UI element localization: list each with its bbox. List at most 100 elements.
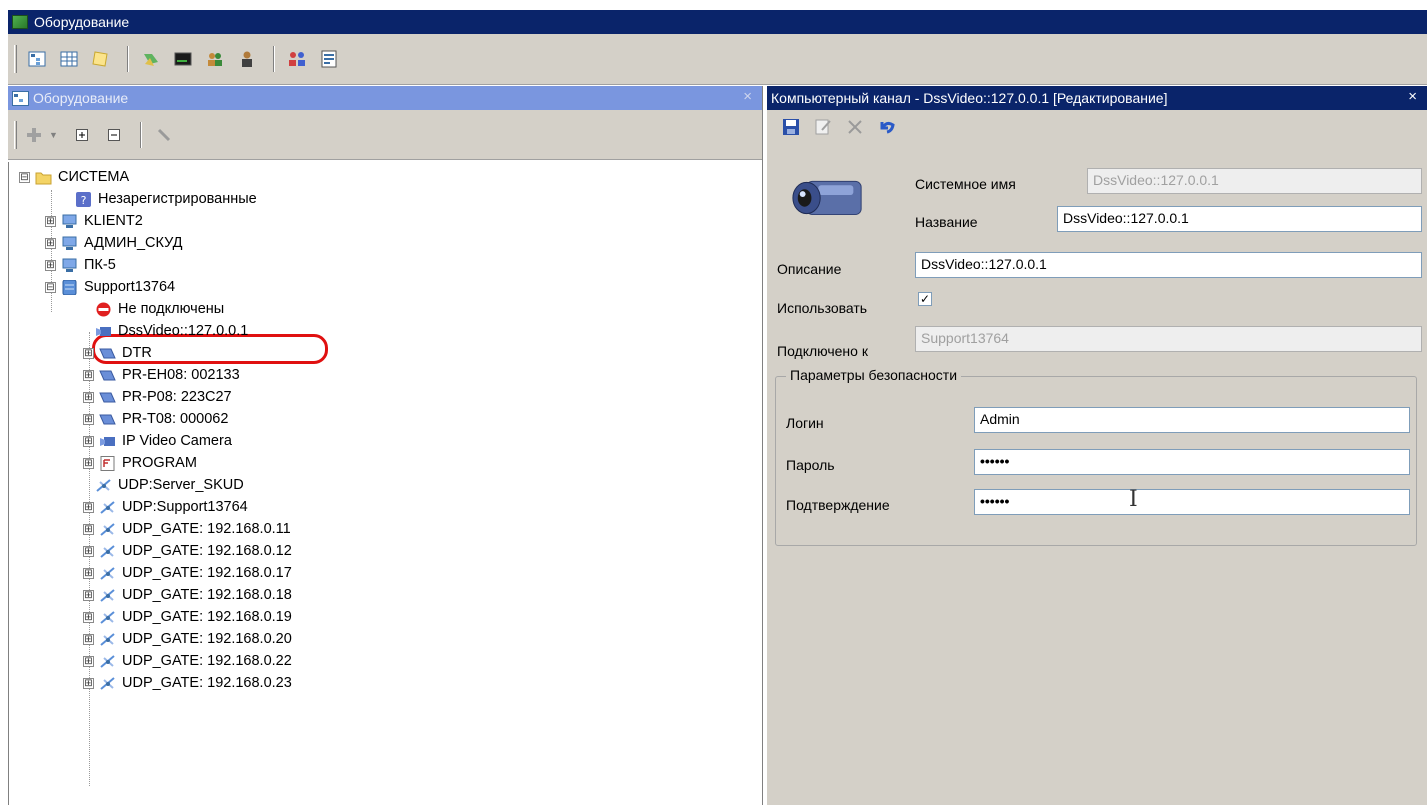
tree-node-udp-support13764[interactable]: ⊞ UDP:Support13764 [83,496,248,518]
login-label: Логин [786,415,824,431]
groups-button[interactable] [283,45,311,73]
no-entry-icon [96,302,111,316]
expand-icon[interactable]: ⊞ [83,523,94,535]
tree-view-button[interactable] [23,45,51,73]
tree-node-program[interactable]: ⊞ PROGRAM [83,452,197,474]
expand-icon[interactable]: ⊞ [83,567,94,579]
users-button[interactable] [201,45,229,73]
dropdown-arrow-icon[interactable]: ▼ [49,130,58,140]
tree-node-udp-gate-22[interactable]: ⊞ UDP_GATE: 192.168.0.22 [83,650,292,672]
device-icon [99,370,116,380]
device-icon [99,414,116,424]
expand-icon[interactable]: ⊞ [83,413,94,425]
monitor-icon [144,54,158,66]
password-field[interactable]: •••••• [974,449,1410,475]
expand-icon[interactable]: ⊞ [45,237,56,249]
tree-node-not-connected[interactable]: Не подключены [95,298,224,320]
expand-icon[interactable]: ⊞ [83,677,94,689]
delete-button[interactable] [841,113,869,141]
expand-icon[interactable]: ⊞ [83,545,94,557]
expand-all-button[interactable] [68,121,96,149]
tree-node-udp-gate-12[interactable]: ⊞ UDP_GATE: 192.168.0.12 [83,540,292,562]
confirm-field[interactable]: •••••• [974,489,1410,515]
wrench-icon [157,128,170,141]
expand-icon[interactable]: ⊞ [83,633,94,645]
tree-node-udp-gate-20[interactable]: ⊞ UDP_GATE: 192.168.0.20 [83,628,292,650]
svg-text:?: ? [81,194,87,207]
properties-button[interactable] [150,121,178,149]
tree-node-udp-server-skud[interactable]: UDP:Server_SKUD [95,474,244,496]
video-button[interactable] [169,45,197,73]
tree-node-pr-p08[interactable]: ⊞ PR-P08: 223C27 [83,386,232,408]
program-icon [100,455,115,471]
collapse-icon[interactable]: ⊟ [19,171,30,183]
main-toolbar [8,34,1427,85]
close-icon[interactable]: × [1408,88,1417,105]
expand-icon[interactable]: ⊞ [83,501,94,513]
computer-icon [62,258,77,272]
users-icon [208,53,222,66]
report-icon [321,50,337,68]
expand-icon[interactable]: ⊞ [83,655,94,667]
tree-node-support13764[interactable]: ⊟ Support13764 [45,276,175,298]
folder-icon [35,172,52,184]
expand-icon[interactable]: ⊞ [83,435,94,447]
camera-dark-icon [174,52,192,66]
use-checkbox[interactable]: ✓ [918,292,932,306]
tree-node-udp-gate-23[interactable]: ⊞ UDP_GATE: 192.168.0.23 [83,672,292,694]
tree-icon [28,51,46,67]
tree-node-pr-eh08[interactable]: ⊞ PR-EH08: 002133 [83,364,240,386]
edit-button[interactable] [809,113,837,141]
toolbar-separator [127,46,129,72]
main-window-title: Оборудование [34,14,130,30]
collapse-icon[interactable]: ⊟ [45,281,56,293]
use-label: Использовать [777,300,868,316]
tree-node-udp-gate-11[interactable]: ⊞ UDP_GATE: 192.168.0.11 [83,518,291,540]
description-label: Описание [777,261,842,277]
tree-node-pr-t08[interactable]: ⊞ PR-T08: 000062 [83,408,228,430]
equipment-tree-panel: Оборудование × ▼ ⊟ СИСТЕМА ? Незарегистр… [8,86,763,805]
tree-node-unregistered[interactable]: ? Незарегистрированные [59,188,257,210]
undo-button[interactable] [873,113,901,141]
video-camera-icon [100,436,115,446]
tree-node-dssvideo[interactable]: DssVideo::127.0.0.1 [95,320,248,342]
tree-node-admin-skud[interactable]: ⊞ АДМИН_СКУД [45,232,182,254]
expand-icon[interactable]: ⊞ [83,589,94,601]
add-button[interactable] [23,121,45,149]
notes-button[interactable] [87,45,115,73]
expand-icon[interactable]: ⊞ [83,347,94,359]
security-group: Параметры безопасности Логин Admin Парол… [775,367,1417,546]
tree-node-pk5[interactable]: ⊞ ПК-5 [45,254,116,276]
tree-panel-header: Оборудование × [8,86,762,110]
device-icon [99,392,116,402]
tree-node-ip-video-camera[interactable]: ⊞ IP Video Camera [83,430,232,452]
expand-icon[interactable]: ⊞ [45,259,56,271]
expand-icon[interactable]: ⊞ [83,391,94,403]
expand-icon[interactable]: ⊞ [83,611,94,623]
expand-icon[interactable]: ⊞ [83,369,94,381]
grid-view-button[interactable] [55,45,83,73]
collapse-all-button[interactable] [100,121,128,149]
tree-panel-title: Оборудование [33,90,129,106]
description-field[interactable]: DssVideo::127.0.0.1 [915,252,1422,278]
tree-node-system[interactable]: ⊟ СИСТЕМА [19,166,129,188]
save-button[interactable] [777,113,805,141]
expand-icon[interactable]: ⊞ [83,457,94,469]
network-icon [100,500,115,514]
tree-node-udp-gate-18[interactable]: ⊞ UDP_GATE: 192.168.0.18 [83,584,292,606]
tree-node-dtr[interactable]: ⊞ DTR [83,342,152,364]
tree-node-klient2[interactable]: ⊞ KLIENT2 [45,210,143,232]
person-button[interactable] [233,45,261,73]
name-field[interactable]: DssVideo::127.0.0.1 [1057,206,1422,232]
undo-icon [880,121,895,134]
monitor-button[interactable] [137,45,165,73]
system-name-field: DssVideo::127.0.0.1 [1087,168,1422,194]
expand-icon[interactable]: ⊞ [45,215,56,227]
expand-all-icon [75,128,88,141]
tree-node-udp-gate-19[interactable]: ⊞ UDP_GATE: 192.168.0.19 [83,606,292,628]
login-field[interactable]: Admin [974,407,1410,433]
close-icon[interactable]: × [743,88,752,105]
tree-node-udp-gate-17[interactable]: ⊞ UDP_GATE: 192.168.0.17 [83,562,292,584]
main-window-title-bar: Оборудование [8,10,1427,34]
report-button[interactable] [315,45,343,73]
